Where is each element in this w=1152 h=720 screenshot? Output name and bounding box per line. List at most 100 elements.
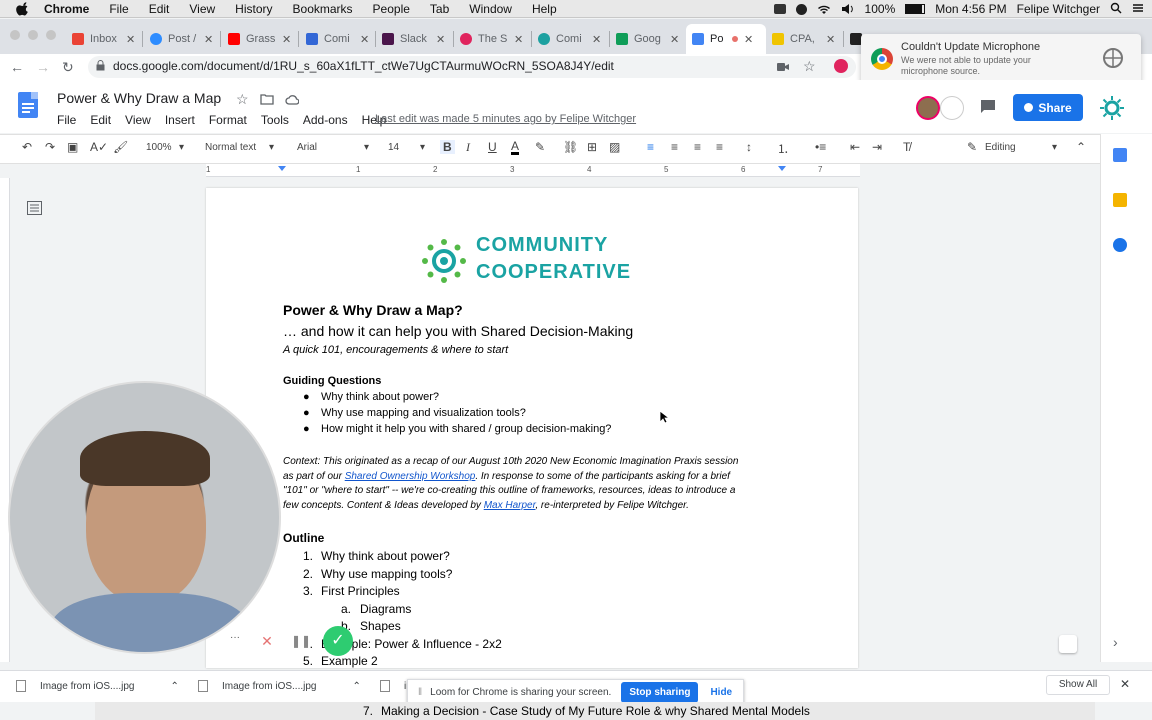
docs-menu-edit[interactable]: Edit xyxy=(90,113,111,127)
pocket-extension-icon[interactable] xyxy=(834,59,848,73)
bold-icon[interactable]: B xyxy=(440,140,455,154)
align-right-icon[interactable]: ≡ xyxy=(694,140,701,154)
outline-item[interactable]: Making a Decision - Case Study of My Fut… xyxy=(381,704,810,718)
explore-button-icon[interactable] xyxy=(1059,635,1077,653)
decrease-indent-icon[interactable]: ⇤ xyxy=(850,140,860,154)
video-icon[interactable] xyxy=(773,4,786,14)
community-cooperative-extension-icon[interactable] xyxy=(1099,95,1125,124)
tasks-addon-icon[interactable] xyxy=(1113,238,1127,252)
outline-item[interactable]: Why use mapping tools? xyxy=(321,567,452,581)
outline-subitem[interactable]: Diagrams xyxy=(360,602,411,616)
docs-menu-insert[interactable]: Insert xyxy=(165,113,195,127)
list-item[interactable]: How might it help you with shared / grou… xyxy=(321,423,611,435)
close-tab-icon[interactable]: ✕ xyxy=(514,33,523,46)
italic-icon[interactable]: I xyxy=(466,140,470,155)
insert-image-icon[interactable]: ▨ xyxy=(609,140,620,154)
spotlight-search-icon[interactable] xyxy=(1110,2,1122,17)
spellcheck-icon[interactable]: A✓ xyxy=(90,140,108,154)
document-page[interactable]: COMMUNITY COOPERATIVE Power & Why Draw a… xyxy=(206,188,858,668)
docs-menu-view[interactable]: View xyxy=(125,113,151,127)
bulleted-list-icon[interactable]: •≡ xyxy=(815,140,826,154)
volume-icon[interactable] xyxy=(841,3,855,15)
show-all-downloads-button[interactable]: Show All xyxy=(1046,675,1110,695)
hide-sharing-bar-button[interactable]: Hide xyxy=(710,687,732,698)
style-select[interactable]: Normal text xyxy=(205,142,256,153)
close-tab-icon[interactable]: ✕ xyxy=(204,33,213,46)
download-menu-chevron-icon[interactable]: ⌃ xyxy=(170,681,178,692)
reload-icon[interactable]: ↻ xyxy=(62,59,74,76)
finish-recording-icon[interactable]: ✓ xyxy=(323,626,353,656)
maximize-window-button[interactable] xyxy=(46,30,56,40)
size-chevron-down-icon[interactable]: ▾ xyxy=(420,142,425,153)
list-item[interactable]: Why think about power? xyxy=(321,391,439,403)
menu-history[interactable]: History xyxy=(235,2,272,16)
docs-menu-file[interactable]: File xyxy=(57,113,76,127)
menu-view[interactable]: View xyxy=(189,2,215,16)
browser-tab[interactable]: Grass ✕ xyxy=(222,27,300,51)
max-harper-link[interactable]: Max Harper xyxy=(484,500,536,511)
indent-marker-icon[interactable] xyxy=(278,166,286,171)
close-tab-icon[interactable]: ✕ xyxy=(282,33,291,46)
menu-people[interactable]: People xyxy=(373,2,410,16)
editing-mode-select[interactable]: Editing xyxy=(985,142,1016,153)
menu-bookmarks[interactable]: Bookmarks xyxy=(293,2,353,16)
download-menu-chevron-icon[interactable]: ⌃ xyxy=(352,681,360,692)
close-tab-icon[interactable]: ✕ xyxy=(126,33,135,46)
menubar-user[interactable]: Felipe Witchger xyxy=(1017,2,1100,16)
menu-file[interactable]: File xyxy=(109,2,128,16)
battery-icon[interactable] xyxy=(905,4,926,14)
forward-arrow-icon[interactable]: → xyxy=(36,59,50,75)
browser-tab-active[interactable]: Po ✕ xyxy=(686,24,766,54)
font-size-select[interactable]: 14 xyxy=(388,142,399,153)
font-select[interactable]: Arial xyxy=(297,142,317,153)
close-tab-icon[interactable]: ✕ xyxy=(592,33,601,46)
highlight-color-icon[interactable]: ✎ xyxy=(535,140,545,154)
collaborator-avatar[interactable] xyxy=(916,96,940,120)
close-tab-icon[interactable]: ✕ xyxy=(360,33,369,46)
menu-tab[interactable]: Tab xyxy=(430,2,449,16)
camera-blocked-icon[interactable] xyxy=(777,61,789,75)
url-text[interactable]: docs.google.com/document/d/1RU_s_60aX1fL… xyxy=(113,59,614,73)
insert-link-icon[interactable]: ⛓ xyxy=(563,140,578,154)
outline-subitem[interactable]: Shapes xyxy=(360,619,401,633)
drag-handle-icon[interactable]: ‖ xyxy=(418,687,422,698)
add-comment-icon[interactable]: ⊞ xyxy=(587,140,597,154)
browser-tab[interactable]: Slack ✕ xyxy=(376,27,454,51)
wifi-icon[interactable] xyxy=(817,3,831,15)
underline-icon[interactable]: U xyxy=(488,140,497,154)
browser-tab[interactable]: Post / ✕ xyxy=(144,27,222,51)
line-spacing-icon[interactable]: ↕ xyxy=(746,140,752,154)
document-heading[interactable]: Power & Why Draw a Map? xyxy=(283,302,463,318)
outline-heading[interactable]: Outline xyxy=(283,531,324,545)
share-button[interactable]: Share xyxy=(1013,94,1083,121)
openai-like-extension-icon[interactable] xyxy=(1101,46,1125,73)
context-paragraph[interactable]: Context: This originated as a recap of o… xyxy=(283,455,738,513)
menu-window[interactable]: Window xyxy=(469,2,512,16)
browser-tab[interactable]: Inbox ✕ xyxy=(66,27,144,51)
close-tab-icon[interactable]: ✕ xyxy=(826,33,835,46)
loom-webcam-bubble[interactable] xyxy=(8,381,281,654)
shared-ownership-workshop-link[interactable]: Shared Ownership Workshop xyxy=(345,471,476,482)
download-item[interactable]: Image from iOS....jpg ⌃ xyxy=(16,680,179,692)
presenting-avatar-icon[interactable] xyxy=(940,96,964,120)
bookmark-star-icon[interactable]: ☆ xyxy=(803,58,816,75)
cancel-recording-icon[interactable]: ✕ xyxy=(256,630,278,652)
document-subheading[interactable]: … and how it can help you with Shared De… xyxy=(283,323,633,339)
clear-formatting-icon[interactable]: T̸ xyxy=(903,140,910,154)
more-options-icon[interactable]: ··· xyxy=(226,632,244,650)
browser-tab[interactable]: Comi ✕ xyxy=(532,27,610,51)
download-item[interactable]: Image from iOS....jpg ⌃ xyxy=(198,680,361,692)
font-chevron-down-icon[interactable]: ▾ xyxy=(364,142,369,153)
calendar-addon-icon[interactable] xyxy=(1113,148,1127,162)
docs-menu-format[interactable]: Format xyxy=(209,113,247,127)
star-icon[interactable]: ☆ xyxy=(236,91,249,108)
keep-addon-icon[interactable] xyxy=(1113,193,1127,207)
print-icon[interactable]: ▣ xyxy=(67,140,78,154)
pause-recording-icon[interactable]: ❚❚ xyxy=(290,630,312,652)
paint-format-icon[interactable]: 🖌 xyxy=(113,140,128,154)
docs-menu-tools[interactable]: Tools xyxy=(261,113,289,127)
right-indent-marker-icon[interactable] xyxy=(778,166,786,171)
close-tab-icon[interactable]: ✕ xyxy=(436,33,445,46)
align-center-icon[interactable]: ≡ xyxy=(671,140,678,154)
browser-tab[interactable]: The S ✕ xyxy=(454,27,532,51)
